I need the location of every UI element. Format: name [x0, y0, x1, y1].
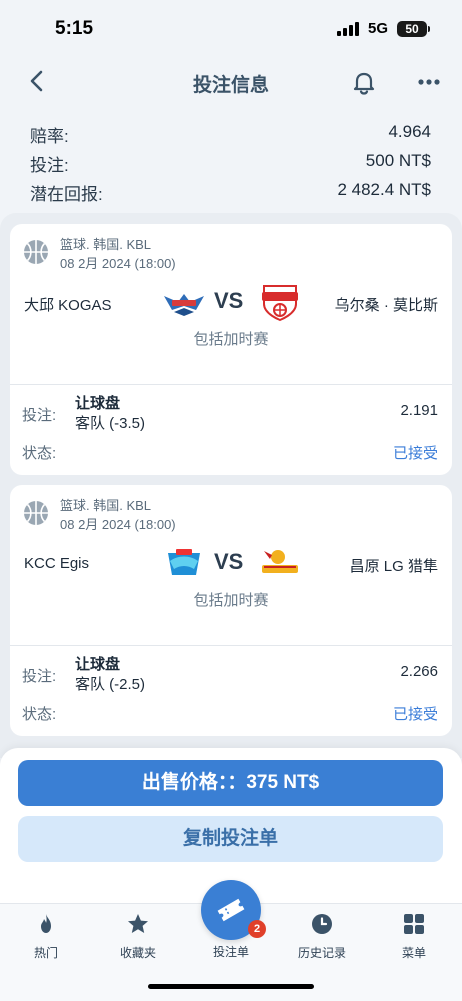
return-value: 2 482.4 NT$	[337, 180, 431, 199]
bet-selection: 客队 (-2.5)	[75, 676, 146, 693]
away-team-logo	[258, 282, 302, 322]
navbar: 投注信息	[0, 58, 462, 104]
overtime-note: 包括加时赛	[193, 592, 269, 609]
status-time: 5:15	[55, 18, 94, 39]
bet-card[interactable]: 篮球. 韩国. KBL 08 2月 2024 (18:00) 大邱 KOGAS …	[10, 224, 452, 475]
odds-row: 赔率: 4.964	[30, 118, 431, 147]
status-bar: 5:15 5G 50	[0, 0, 462, 58]
battery-cap	[428, 26, 430, 32]
betslip-count-badge: 2	[248, 920, 266, 938]
tab-favorites[interactable]: 收藏夹	[102, 904, 174, 964]
ticket-icon	[217, 898, 245, 922]
bet-market: 让球盘	[75, 656, 121, 673]
league-name: 篮球. 韩国. KBL	[60, 237, 152, 252]
overtime-note: 包括加时赛	[193, 331, 269, 348]
stake-label: 投注:	[30, 156, 69, 175]
away-team-logo	[258, 543, 302, 583]
bet-market: 让球盘	[75, 395, 121, 412]
home-team: 大邱 KOGAS	[24, 297, 112, 314]
network-type: 5G	[368, 20, 389, 37]
basketball-icon	[22, 499, 50, 527]
clock-icon	[310, 912, 334, 936]
league-name: 篮球. 韩国. KBL	[60, 498, 152, 513]
star-icon	[126, 912, 150, 936]
bet-label: 投注:	[22, 668, 57, 685]
status-badge: 已接受	[392, 445, 438, 462]
vs-label: VS	[214, 549, 244, 574]
signal-icon	[337, 22, 361, 36]
odds-value: 4.964	[388, 122, 431, 141]
away-team: 昌原 LG 猎隼	[349, 558, 438, 575]
tab-label: 收藏夹	[119, 946, 156, 960]
tab-label: 热门	[33, 946, 58, 960]
home-indicator	[148, 984, 314, 989]
bet-card[interactable]: 篮球. 韩国. KBL 08 2月 2024 (18:00) KCC Egis …	[10, 485, 452, 736]
status-badge: 已接受	[392, 706, 438, 723]
odds-label: 赔率:	[30, 127, 69, 146]
tab-menu[interactable]: 菜单	[378, 904, 450, 964]
tab-history[interactable]: 历史记录	[286, 904, 358, 964]
copy-betslip-button[interactable]: 复制投注单	[18, 816, 443, 862]
match-date: 08 2月 2024 (18:00)	[60, 517, 176, 532]
away-team: 乌尔桑 · 莫比斯	[334, 297, 438, 314]
return-row: 潜在回报: 2 482.4 NT$	[30, 176, 431, 205]
bet-summary: 赔率: 4.964 投注: 500 NT$ 潜在回报: 2 482.4 NT$	[30, 118, 431, 205]
bet-selection: 客队 (-3.5)	[75, 415, 146, 432]
tab-label: 历史记录	[297, 946, 346, 960]
vs-label: VS	[214, 288, 244, 313]
status-label: 状态:	[22, 445, 57, 462]
stake-value: 500 NT$	[365, 151, 431, 170]
tab-hot[interactable]: 热门	[10, 904, 82, 964]
stake-row: 投注: 500 NT$	[30, 147, 431, 176]
home-team-logo	[162, 547, 206, 581]
match-date: 08 2月 2024 (18:00)	[60, 256, 176, 271]
card-divider	[10, 384, 452, 385]
bet-label: 投注:	[22, 407, 57, 424]
basketball-icon	[22, 238, 50, 266]
status-label: 状态:	[22, 706, 57, 723]
grid-icon	[402, 912, 426, 936]
flame-icon	[34, 912, 58, 936]
tab-label: 菜单	[401, 946, 426, 960]
home-team-logo	[162, 286, 206, 320]
sell-button[interactable]: 出售价格：：375 NT$	[18, 760, 443, 806]
ellipsis-icon[interactable]	[414, 72, 444, 92]
battery-icon: 50	[397, 21, 427, 37]
home-team: KCC Egis	[24, 555, 90, 572]
tab-label: 投注单	[212, 945, 249, 959]
return-label: 潜在回报:	[30, 185, 103, 204]
bet-odds: 2.191	[400, 402, 438, 419]
page-title: 投注信息	[192, 75, 269, 96]
bell-icon[interactable]	[350, 68, 378, 96]
card-divider	[10, 645, 452, 646]
bet-odds: 2.266	[400, 663, 438, 680]
